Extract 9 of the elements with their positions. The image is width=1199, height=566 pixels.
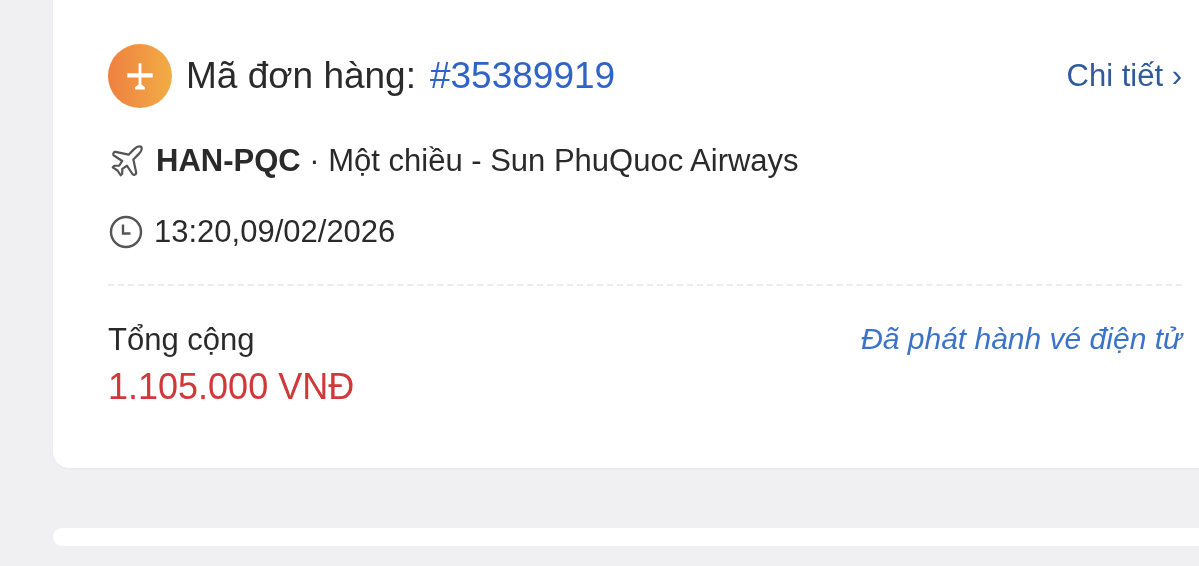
order-label: Mã đơn hàng: [186, 55, 416, 97]
status-text: Đã phát hành vé điện tử [861, 322, 1182, 356]
time-text: 13:20,09/02/2026 [154, 214, 396, 250]
clock-icon [108, 214, 144, 250]
total-amount: 1.105.000 VNĐ [108, 366, 355, 408]
detail-link[interactable]: Chi tiết › [1066, 58, 1182, 94]
route-text: HAN-PQC · Một chiều - Sun PhuQuoc Airways [156, 143, 799, 179]
total-label: Tổng cộng [108, 322, 256, 358]
order-number: #35389919 [429, 55, 616, 97]
